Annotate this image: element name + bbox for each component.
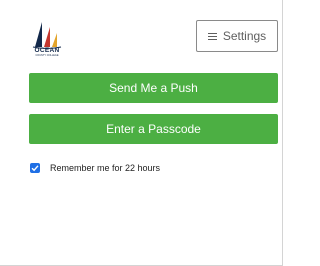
remember-me-label: Remember me for 22 hours [50,163,161,173]
settings-button-label: Settings [222,29,267,43]
auth-panel: OCEAN COUNTY COLLEGE Settings Send Me a … [0,0,283,266]
college-logo: OCEAN COUNTY COLLEGE [29,19,65,61]
checkmark-icon [31,165,39,172]
settings-button[interactable]: Settings [196,20,278,52]
remember-me-row: Remember me for 22 hours [30,163,160,173]
menu-icon [207,32,217,40]
remember-me-checkbox[interactable] [30,163,40,173]
logo-subtitle: COUNTY COLLEGE [35,54,59,57]
enter-passcode-button-label: Enter a Passcode [106,122,201,136]
enter-passcode-button[interactable]: Enter a Passcode [29,114,278,144]
send-push-button-label: Send Me a Push [109,81,198,95]
send-push-button[interactable]: Send Me a Push [29,73,278,103]
sailboat-logo-icon [32,22,62,49]
